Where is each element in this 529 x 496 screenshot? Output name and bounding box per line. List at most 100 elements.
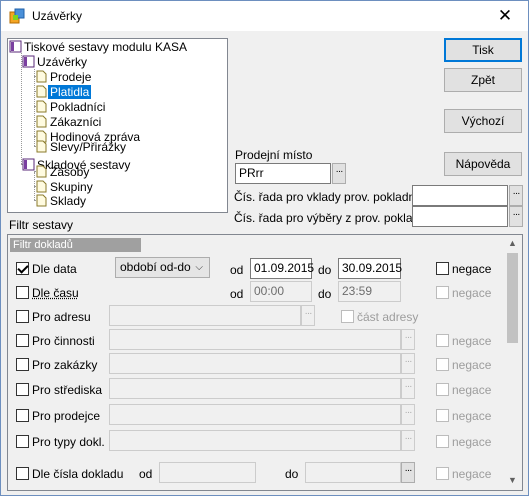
order-browse-button[interactable]: ··· [401,353,415,374]
address-part-checkbox[interactable] [341,310,354,323]
time-filter-checkbox[interactable] [16,286,29,299]
date-to-label: do [318,263,332,277]
back-button[interactable]: Zpět [444,68,522,92]
doctype-browse-button[interactable]: ··· [401,430,415,451]
doctype-negate-label: negace [452,435,492,449]
seller-input[interactable] [109,404,401,425]
time-negate-checkbox[interactable] [436,286,449,299]
seller-negate-label: negace [452,409,492,423]
doctype-filter-checkbox[interactable] [16,435,29,448]
activity-browse-button[interactable]: ··· [401,329,415,350]
tree-node-sklady[interactable]: Sklady [36,194,88,209]
tree-node-pokladnici[interactable]: Pokladníci [36,100,107,115]
activity-filter-checkbox[interactable] [16,334,29,347]
book-icon [22,158,35,171]
tree-node-label: Platidla [48,85,92,99]
book-icon [22,55,35,68]
scroll-up-icon[interactable]: ▲ [508,238,517,248]
print-button[interactable]: Tisk [444,38,522,62]
date-negate-checkbox[interactable] [436,262,449,275]
center-negate-checkbox[interactable] [436,383,449,396]
uzaverky-dialog: Uzávěrky ✕ Tiskové sestavy modulu KASA U… [0,0,529,496]
deposits-series-browse-button[interactable]: ··· [509,185,523,206]
tree-node-zasoby[interactable]: Zásoby [36,165,91,180]
tree-node-platidla[interactable]: Platidla [36,85,92,100]
document-icon [36,70,47,83]
docnum-to-label: do [285,467,299,481]
sale-point-input[interactable]: PRrr [235,163,331,184]
tree-node-prodeje[interactable]: Prodeje [36,70,93,85]
document-icon [36,165,47,178]
time-to-input[interactable]: 23:59 [338,281,401,302]
center-browse-button[interactable]: ··· [401,378,415,399]
tree-node-label: Uzávěrky [37,55,88,69]
date-from-label: od [230,263,244,277]
docnum-browse-button[interactable]: ··· [401,462,415,483]
withdrawals-series-input[interactable] [412,206,508,227]
tree-node-zakaznici[interactable]: Zákazníci [36,115,103,130]
order-filter-label: Pro zakázky [32,358,98,372]
time-to-label: do [318,287,332,301]
deposits-series-input[interactable] [412,185,508,206]
tree-node-slevy-prirazky[interactable]: Slevy/Přirážky [36,140,128,155]
activity-negate-checkbox[interactable] [436,334,449,347]
tree-node-label: Slevy/Přirážky [50,140,127,154]
address-browse-button[interactable]: ··· [301,305,315,326]
date-to-input[interactable]: 30.09.2015 [338,258,402,279]
docnum-negate-checkbox[interactable] [436,467,449,480]
tree-node-kasa[interactable]: Tiskové sestavy modulu KASA [9,40,189,55]
address-input[interactable] [109,305,301,326]
date-period-select[interactable]: období od-do ⌵ [115,257,210,278]
docnum-filter-label: Dle čísla dokladu [32,467,124,481]
default-button[interactable]: Výchozí [444,109,522,133]
filter-section-title: Filtr sestavy [9,218,74,232]
tree-node-label: Tiskové sestavy modulu KASA [24,40,187,54]
scroll-thumb[interactable] [507,253,518,343]
address-filter-checkbox[interactable] [16,310,29,323]
docnum-negate-label: negace [452,467,492,481]
doctype-input[interactable] [109,430,401,451]
date-from-input[interactable]: 01.09.2015 [250,258,314,279]
document-icon [36,180,47,193]
close-button[interactable]: ✕ [482,1,528,31]
docnum-filter-checkbox[interactable] [16,467,29,480]
center-filter-label: Pro střediska [32,383,103,397]
scroll-down-icon[interactable]: ▼ [508,475,517,485]
doctype-negate-checkbox[interactable] [436,435,449,448]
tree-node-label: Pokladníci [50,100,106,114]
order-filter-checkbox[interactable] [16,358,29,371]
doctype-filter-label: Pro typy dokl. [32,435,105,449]
docnum-from-input[interactable] [159,462,256,483]
document-icon [36,140,47,153]
withdrawals-series-browse-button[interactable]: ··· [509,206,523,227]
time-filter-label: Dle času [32,286,79,300]
tree-node-skupiny[interactable]: Skupiny [36,180,95,195]
order-input[interactable] [109,353,401,374]
tree-node-uzaverky[interactable]: Uzávěrky [22,55,89,70]
tree-node-label: Zásoby [50,165,90,179]
center-filter-checkbox[interactable] [16,383,29,396]
report-tree[interactable]: Tiskové sestavy modulu KASA Uzávěrky Pro… [7,38,228,213]
time-from-input[interactable]: 00:00 [250,281,312,302]
activity-input[interactable] [109,329,401,350]
seller-browse-button[interactable]: ··· [401,404,415,425]
document-icon [36,100,47,113]
order-negate-checkbox[interactable] [436,358,449,371]
docnum-to-input[interactable] [305,462,401,483]
chevron-down-icon: ⌵ [195,262,203,273]
seller-negate-checkbox[interactable] [436,409,449,422]
seller-filter-checkbox[interactable] [16,409,29,422]
activity-filter-label: Pro činnosti [32,334,95,348]
withdrawals-series-label: Čís. řada pro výběry z prov. pokladny [234,211,432,225]
activity-negate-label: negace [452,334,492,348]
sale-point-browse-button[interactable]: ··· [332,163,346,184]
docnum-from-label: od [139,467,153,481]
tree-node-label: Skupiny [50,180,93,194]
date-filter-checkbox[interactable] [16,262,29,275]
center-input[interactable] [109,378,401,399]
deposits-series-label: Čís. řada pro vklady prov. pokladny [234,190,422,204]
center-negate-label: negace [452,383,492,397]
time-from-label: od [230,287,244,301]
sale-point-label: Prodejní místo [235,148,313,162]
help-button[interactable]: Nápověda [444,152,522,176]
